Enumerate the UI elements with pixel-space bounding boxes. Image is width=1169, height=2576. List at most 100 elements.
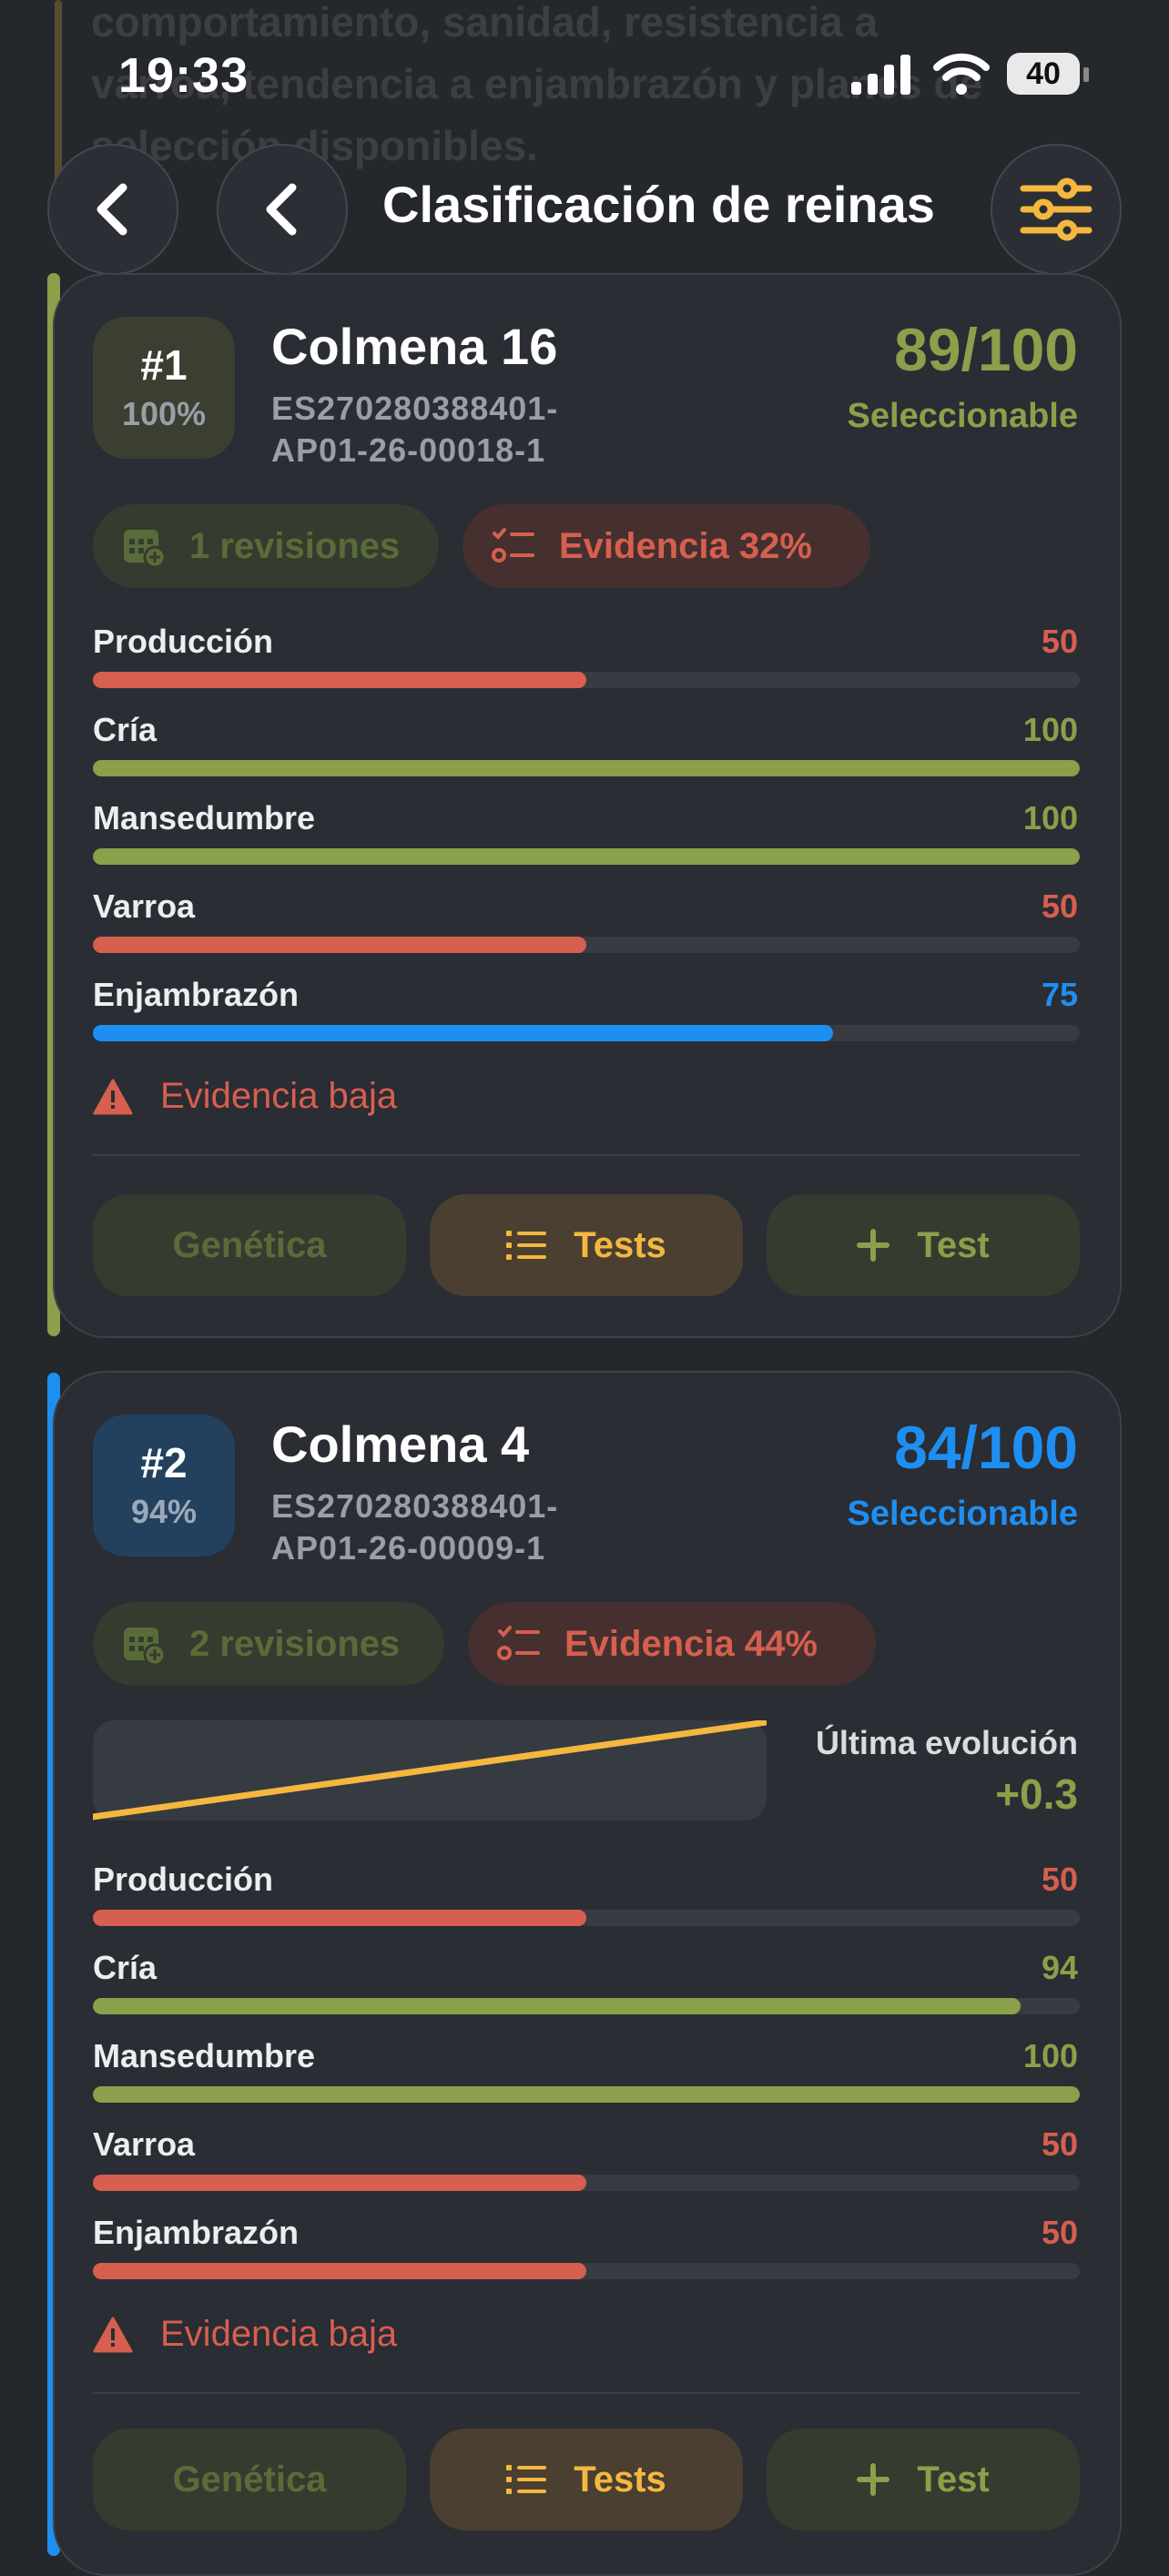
list-icon [506, 2465, 547, 2494]
metric-value-produccion: 50 [1041, 1861, 1078, 1898]
page-title: Clasificación de reinas [382, 176, 935, 233]
rank-percent: 100% [121, 395, 207, 432]
metric-label-varroa: Varroa [93, 2125, 196, 2163]
score: 89/100 [894, 316, 1078, 383]
checklist-icon [497, 1626, 540, 1660]
add-test-button[interactable]: Test [767, 1194, 1080, 1296]
genetics-label: Genética [172, 1224, 327, 1265]
genetics-button[interactable]: Genética [93, 1194, 406, 1296]
metric-value-cria: 94 [1041, 1949, 1078, 1986]
filter-button[interactable] [991, 144, 1122, 275]
evidence-label: Evidencia 44% [564, 1623, 818, 1664]
rank-percent: 94% [130, 1493, 198, 1530]
calendar-add-icon [124, 530, 166, 568]
metric-label-enjambrazon: Enjambrazón [93, 976, 300, 1013]
metric-value-mansedumbre: 100 [1022, 2037, 1078, 2074]
revisions-label: 1 revisiones [189, 525, 401, 566]
genetics-button[interactable]: Genética [93, 2429, 406, 2530]
metric-bar-fill [93, 848, 1080, 865]
calendar-add-icon [124, 1628, 166, 1666]
hive-name: Colmena 16 [271, 318, 558, 375]
metric-bar-varroa [93, 2175, 1080, 2191]
add-test-button[interactable]: Test [767, 2429, 1080, 2530]
revisions-label: 2 revisiones [189, 1623, 401, 1664]
metric-bar-mansedumbre [93, 848, 1080, 865]
battery-icon: 40 [1007, 53, 1080, 95]
status-time: 19:33 [118, 48, 249, 103]
metric-label-mansedumbre: Mansedumbre [93, 799, 316, 837]
plus-icon [857, 2463, 890, 2496]
tests-label: Tests [574, 2459, 666, 2500]
score: 84/100 [894, 1414, 1078, 1481]
tests-label: Tests [574, 1224, 666, 1265]
metric-label-varroa: Varroa [93, 887, 196, 925]
hive-name: Colmena 4 [271, 1415, 530, 1473]
revisions-chip[interactable]: 2 revisiones [93, 1602, 444, 1686]
plus-icon [857, 1229, 890, 1262]
metric-bar-fill [93, 1025, 833, 1041]
add-test-label: Test [917, 2459, 990, 2500]
metric-label-cria: Cría [93, 1949, 158, 1986]
metric-bar-varroa [93, 937, 1080, 953]
queen-code-line1: ES270280388401- [271, 1487, 559, 1525]
warning-icon [93, 2317, 133, 2352]
evidence-chip[interactable]: Evidencia 32% [463, 504, 870, 588]
metric-value-varroa: 50 [1041, 887, 1078, 925]
metric-value-cria: 100 [1022, 711, 1078, 748]
queen-code-line2: AP01-26-00018-1 [271, 431, 546, 469]
metric-bar-fill [93, 672, 586, 688]
metric-bar-fill [93, 760, 1080, 776]
metric-value-enjambrazon: 50 [1041, 2214, 1078, 2251]
queen-code-line2: AP01-26-00009-1 [271, 1529, 546, 1567]
metric-bar-fill [93, 937, 586, 953]
back-button[interactable] [47, 144, 178, 275]
rank-number: #1 [140, 341, 188, 389]
rank-badge: #1 100% [93, 317, 235, 459]
status-bar: 19:33 40 [0, 0, 1169, 155]
chevron-left-icon [97, 183, 127, 236]
warning-label: Evidencia baja [160, 1076, 398, 1116]
cellular-signal-icon [851, 55, 910, 95]
sparkline-line [93, 1720, 767, 1820]
secondary-back-button[interactable] [217, 144, 348, 275]
queen-card[interactable]: #1 100% Colmena 16 ES270280388401- AP01-… [53, 273, 1122, 1338]
add-test-label: Test [917, 1224, 990, 1265]
metric-bar-enjambrazon [93, 1025, 1080, 1041]
evolution-value: +0.3 [995, 1770, 1078, 1818]
rank-number: #2 [140, 1439, 188, 1486]
metric-bar-produccion [93, 672, 1080, 688]
chevron-left-icon [266, 183, 297, 236]
metric-value-produccion: 50 [1041, 623, 1078, 660]
sliders-icon [1020, 177, 1093, 241]
metric-bar-fill [93, 1998, 1021, 2014]
low-evidence-warning: Evidencia baja [93, 1076, 397, 1117]
metric-label-mansedumbre: Mansedumbre [93, 2037, 316, 2074]
revisions-chip[interactable]: 1 revisiones [93, 504, 439, 588]
metric-bar-cria [93, 1998, 1080, 2014]
warning-label: Evidencia baja [160, 2314, 398, 2354]
evolution-sparkline [93, 1720, 767, 1820]
metric-bar-fill [93, 2086, 1080, 2103]
divider [93, 1154, 1080, 1156]
queen-card[interactable]: #2 94% Colmena 4 ES270280388401- AP01-26… [53, 1371, 1122, 2576]
metric-bar-cria [93, 760, 1080, 776]
selectable-status: Seleccionable [847, 397, 1078, 435]
tests-button[interactable]: Tests [430, 2429, 743, 2530]
metric-label-produccion: Producción [93, 623, 274, 660]
battery-tip [1083, 67, 1089, 82]
metric-label-cria: Cría [93, 711, 158, 748]
list-icon [506, 1231, 547, 1260]
divider [93, 2392, 1080, 2394]
wifi-icon [933, 53, 990, 95]
metric-value-enjambrazon: 75 [1041, 976, 1078, 1013]
evolution-label: Última evolución [815, 1724, 1078, 1761]
tests-button[interactable]: Tests [430, 1194, 743, 1296]
metric-bar-fill [93, 2175, 586, 2191]
warning-icon [93, 1079, 133, 1114]
rank-badge: #2 94% [93, 1415, 235, 1557]
metric-bar-fill [93, 1910, 586, 1926]
evidence-chip[interactable]: Evidencia 44% [468, 1602, 876, 1686]
metric-bar-mansedumbre [93, 2086, 1080, 2103]
metric-label-enjambrazon: Enjambrazón [93, 2214, 300, 2251]
metric-bar-enjambrazon [93, 2263, 1080, 2279]
